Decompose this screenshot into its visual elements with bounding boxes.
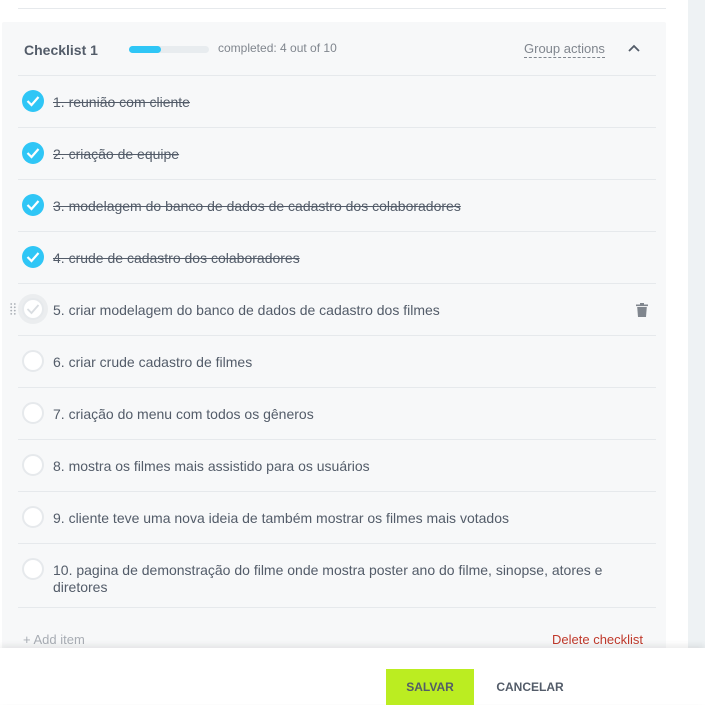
add-item-link[interactable]: + Add item — [23, 632, 85, 647]
item-checkbox[interactable] — [22, 350, 44, 372]
item-text: 6. criar crude cadastro de filmes — [53, 354, 613, 371]
checklist-item[interactable]: 2. criação de equipe — [18, 128, 656, 180]
delete-checklist-link[interactable]: Delete checklist — [552, 632, 643, 647]
group-actions-link[interactable]: Group actions — [524, 40, 605, 58]
item-text: 3. modelagem do banco de dados de cadast… — [53, 198, 613, 215]
item-checkbox[interactable] — [22, 402, 44, 424]
checklist-item[interactable]: 7. criação do menu com todos os gêneros — [18, 388, 656, 440]
cancel-button[interactable]: CANCELAR — [486, 669, 574, 705]
item-checkbox[interactable] — [22, 246, 44, 268]
progress-bar-fill — [129, 46, 161, 53]
item-text: 5. criar modelagem do banco de dados de … — [53, 302, 613, 319]
checkmark-icon — [26, 148, 40, 159]
item-checkbox[interactable] — [22, 506, 44, 528]
item-checkbox[interactable] — [22, 454, 44, 476]
item-label: 2. criação de equipe — [53, 146, 180, 162]
scrollbar[interactable] — [688, 0, 705, 648]
checkmark-icon — [26, 96, 40, 107]
trash-icon[interactable] — [636, 303, 648, 317]
checklist-item[interactable]: 4. crude de cadastro dos colaboradores — [18, 232, 656, 284]
item-label: 9. cliente teve uma nova ideia de também… — [53, 510, 509, 526]
item-checkbox[interactable] — [22, 194, 44, 216]
drag-handle-icon[interactable] — [10, 302, 16, 316]
checkmark-icon — [26, 252, 40, 263]
checklist-title: Checklist 1 — [24, 42, 98, 58]
item-text: 9. cliente teve uma nova ideia de também… — [53, 510, 613, 527]
item-text: 7. criação do menu com todos os gêneros — [53, 406, 613, 423]
item-label: 6. criar crude cadastro de filmes — [53, 354, 253, 370]
item-label: 10. pagina de demonstração do filme onde… — [53, 562, 603, 595]
checklist-item[interactable]: 10. pagina de demonstração do filme onde… — [18, 544, 656, 608]
item-text: 4. crude de cadastro dos colaboradores — [53, 250, 613, 267]
item-checkbox[interactable] — [22, 298, 44, 320]
item-checkbox[interactable] — [22, 142, 44, 164]
progress-text: completed: 4 out of 10 — [218, 41, 337, 55]
footer-bar: SALVAR CANCELAR — [0, 648, 705, 705]
checkmark-icon — [26, 304, 40, 315]
save-button[interactable]: SALVAR — [386, 669, 474, 705]
item-label: 8. mostra os filmes mais assistido para … — [53, 458, 370, 474]
chevron-up-icon[interactable] — [626, 40, 642, 56]
checklist-item[interactable]: 1. reunião com cliente — [18, 76, 656, 128]
item-label: 3. modelagem do banco de dados de cadast… — [53, 198, 461, 214]
checkmark-icon — [26, 200, 40, 211]
item-label: 5. criar modelagem do banco de dados de … — [53, 302, 440, 318]
item-text: 8. mostra os filmes mais assistido para … — [53, 458, 613, 475]
top-divider — [18, 0, 666, 9]
checklist-item[interactable]: 5. criar modelagem do banco de dados de … — [10, 284, 656, 336]
checklist-item[interactable]: 3. modelagem do banco de dados de cadast… — [18, 180, 656, 232]
item-label: 1. reunião com cliente — [53, 94, 190, 110]
checklist-panel: Checklist 1 completed: 4 out of 10 Group… — [2, 22, 666, 650]
progress-bar — [129, 46, 209, 53]
item-checkbox[interactable] — [22, 90, 44, 112]
checklist-header: Checklist 1 completed: 4 out of 10 Group… — [2, 22, 666, 76]
checklist-item[interactable]: 6. criar crude cadastro de filmes — [18, 336, 656, 388]
checklist-item[interactable]: 8. mostra os filmes mais assistido para … — [18, 440, 656, 492]
item-label: 4. crude de cadastro dos colaboradores — [53, 250, 300, 266]
item-text: 2. criação de equipe — [53, 146, 613, 163]
item-label: 7. criação do menu com todos os gêneros — [53, 406, 314, 422]
item-text: 10. pagina de demonstração do filme onde… — [53, 562, 613, 596]
item-text: 1. reunião com cliente — [53, 94, 613, 111]
item-checkbox[interactable] — [22, 558, 44, 580]
checklist-item[interactable]: 9. cliente teve uma nova ideia de também… — [18, 492, 656, 544]
